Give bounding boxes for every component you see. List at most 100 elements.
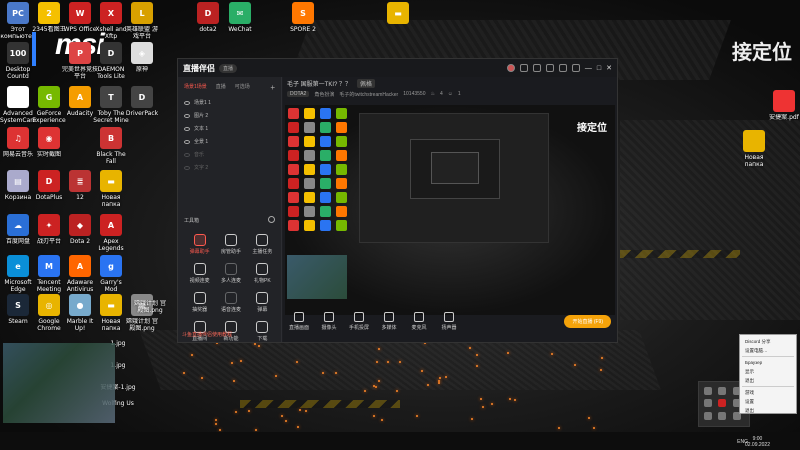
tool-button[interactable]: 礼物PK — [247, 263, 278, 284]
tool-button[interactable]: 下载 — [247, 321, 278, 342]
scene-item[interactable]: 文本 1 — [178, 122, 281, 135]
desktop-icon-label: Desktop Countd — [5, 66, 31, 80]
tray-app-icon[interactable] — [718, 411, 727, 420]
eye-icon[interactable] — [184, 152, 190, 157]
room-id: 10143550 — [403, 91, 426, 97]
nested-preview — [359, 113, 549, 243]
preview-icon — [320, 108, 331, 119]
tab-optional[interactable]: 可选场 — [235, 83, 250, 92]
ember-particle — [375, 385, 377, 388]
scene-label: 文本 1 — [194, 126, 209, 132]
desktop-icon[interactable]: B Black The Fall — [93, 127, 129, 165]
context-menu-item[interactable]: 设置 — [742, 397, 794, 406]
desktop-icon[interactable]: L 英雄联盟 游戏平台 — [124, 2, 160, 40]
desktop-icon[interactable]: A Apex Legends — [93, 214, 129, 252]
toolbox-collapse-icon[interactable] — [268, 216, 275, 223]
app-icon: M — [38, 255, 60, 277]
tray-app-icon[interactable] — [704, 411, 712, 420]
context-menu-item[interactable]: 退出 — [742, 406, 794, 415]
settings-icon[interactable] — [545, 64, 554, 72]
desktop-file[interactable]: 安捷案.pdf — [766, 90, 800, 121]
minimize-icon[interactable]: — — [585, 65, 592, 72]
menu-icon[interactable] — [571, 64, 580, 72]
game-tag[interactable]: DOTA2 — [287, 91, 310, 97]
ember-particle — [380, 418, 383, 421]
desktop-icon[interactable]: ▬ — [380, 2, 416, 26]
tool-button[interactable]: 弹幕助手 — [184, 234, 215, 255]
tool-button[interactable]: 视频连麦 — [184, 263, 215, 284]
add-scene-icon[interactable]: + — [270, 83, 275, 92]
close-icon[interactable]: ✕ — [606, 64, 612, 72]
desktop-icon-label: 英雄联盟 游戏平台 — [126, 26, 158, 40]
desktop-file[interactable]: 嫦娥计划 宫殿图.png — [132, 300, 168, 314]
tool-button[interactable]: 语音连麦 — [215, 292, 246, 313]
tray-app-icon[interactable] — [718, 399, 727, 408]
tab-live[interactable]: 直播 — [216, 83, 226, 92]
context-menu-item[interactable]: Discord 分享 — [742, 337, 794, 346]
context-menu-item[interactable]: 退出 — [742, 376, 794, 385]
tool-button[interactable]: 多人连麦 — [215, 263, 246, 284]
preview-icon — [304, 220, 315, 231]
tray-app-icon[interactable] — [718, 387, 727, 395]
taskbar-clock[interactable]: 9:00 02.09.2022 — [745, 436, 770, 448]
desktop-icon-label: Apex Legends — [98, 238, 124, 252]
eye-icon[interactable] — [184, 165, 190, 170]
category-tag[interactable]: 角色扮演 — [314, 91, 334, 98]
scene-item[interactable]: 音乐 — [178, 148, 281, 161]
scene-item[interactable]: 图片 2 — [178, 109, 281, 122]
tutorial-notice[interactable]: 斗鱼直播伴侣使用教程 — [182, 331, 232, 338]
bottom-toolbar-button[interactable]: 麦克风 — [409, 311, 429, 331]
ember-particle — [587, 417, 590, 420]
eye-icon[interactable] — [184, 100, 190, 105]
toolbar-label: 多媒体 — [381, 324, 397, 331]
tray-app-icon[interactable] — [704, 387, 712, 395]
context-menu-item[interactable]: 设置电脑… — [742, 346, 794, 355]
tray-app-icon[interactable] — [704, 399, 712, 408]
version-pill[interactable]: 直播 — [219, 63, 238, 73]
desktop-icon[interactable]: 100 Desktop Countd — [0, 42, 36, 80]
bottom-toolbar-button[interactable]: 直播画面 — [289, 311, 309, 331]
tab-scene[interactable]: 场景1场景 — [184, 83, 207, 92]
eye-icon[interactable] — [184, 139, 190, 144]
mail-icon[interactable] — [532, 64, 541, 72]
skin-icon[interactable] — [558, 64, 567, 72]
desktop-icon[interactable]: D DriverPack — [124, 86, 160, 117]
room-title[interactable]: 毛子 国服第一TKI? ？？ — [287, 79, 351, 88]
bottom-toolbar-button[interactable]: 扬声器 — [439, 311, 459, 331]
bottom-toolbar-button[interactable]: 摄像头 — [319, 311, 339, 331]
desktop-icon[interactable]: ◈ 原神 — [124, 42, 160, 73]
scene-item[interactable]: 场景1 1 — [178, 96, 281, 109]
context-menu-item[interactable]: Браузер — [742, 358, 794, 367]
headset-icon[interactable] — [519, 64, 528, 72]
preview-icon — [320, 136, 331, 147]
eye-icon[interactable] — [184, 126, 190, 131]
desktop-icon[interactable]: ◉ 实时截图 — [31, 127, 67, 158]
ember-particle — [557, 427, 560, 430]
toolbar-icon — [324, 311, 334, 322]
tool-button[interactable]: 抽奖器 — [184, 292, 215, 313]
streaming-app-window[interactable]: 直播伴侣 直播 — □ ✕ 场景1场景 直播 可选场 + 场景1 1图片 2文 — [177, 58, 618, 343]
desktop-icon[interactable]: ▬ Новая папка — [93, 170, 129, 208]
go-live-button[interactable]: 开始直播 (F9) — [564, 314, 611, 328]
desktop-file[interactable]: Новая папка — [736, 130, 772, 168]
app-icon: S — [7, 294, 29, 316]
desktop-icon[interactable]: S SPORE 2 — [285, 2, 321, 33]
tool-button[interactable]: 主播任务 — [247, 234, 278, 255]
stream-preview[interactable]: 接定位 — [285, 105, 615, 315]
context-menu-item[interactable]: 游戏 — [742, 388, 794, 397]
context-menu-item[interactable]: 显示 — [742, 367, 794, 376]
desktop-icon[interactable]: ✉ WeChat — [222, 2, 258, 33]
scene-item[interactable]: 全景 1 — [178, 135, 281, 148]
avatar[interactable] — [506, 64, 515, 72]
desktop-icon[interactable]: g Garry's Mod — [93, 255, 129, 293]
bottom-toolbar-button[interactable]: 多媒体 — [379, 311, 399, 331]
tool-button[interactable]: 弹幕 — [247, 292, 278, 313]
eye-icon[interactable] — [184, 113, 190, 118]
room-tag[interactable]: 佩格 — [357, 78, 376, 88]
desktop-icon[interactable]: Ddota2 — [190, 2, 226, 33]
bottom-toolbar-button[interactable]: 手机投屏 — [349, 311, 369, 331]
scene-item[interactable]: 文字 2 — [178, 161, 281, 174]
app-icon: ▬ — [100, 294, 122, 316]
maximize-icon[interactable]: □ — [597, 65, 601, 72]
tool-button[interactable]: 房管助手 — [215, 234, 246, 255]
